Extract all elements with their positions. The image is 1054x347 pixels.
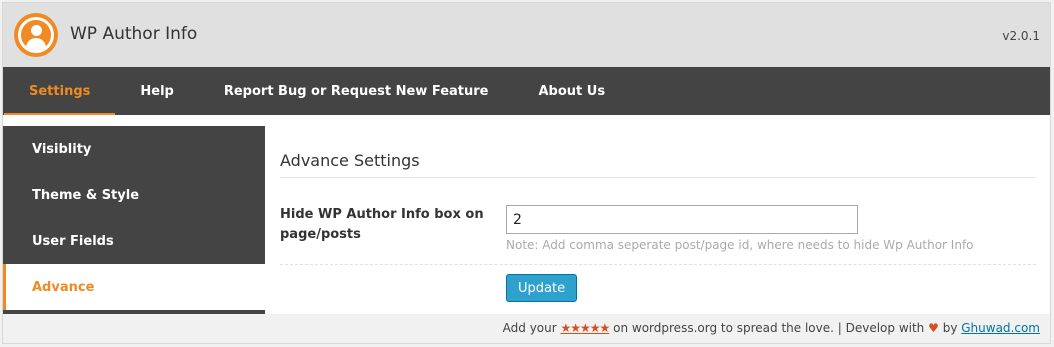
section-title: Advance Settings [280,126,1036,178]
tab-about-us[interactable]: About Us [513,67,630,115]
main-panel: Advance Settings Hide WP Author Info box… [280,126,1036,302]
tab-report-bug[interactable]: Report Bug or Request New Feature [199,67,514,115]
hide-box-label: Hide WP Author Info box on page/posts [280,207,484,242]
rating-stars-link[interactable]: ★★★★★ [561,321,611,335]
version-label: v2.0.1 [1002,29,1040,43]
app-title: WP Author Info [70,24,198,44]
sidebar-item-user-fields[interactable]: User Fields [3,218,265,264]
button-row: Update [280,265,1036,302]
content-area: Visiblity Theme & Style User Fields Adva… [3,126,1050,343]
heart-icon: ♥ [928,321,939,335]
field-row-hide-box: Hide WP Author Info box on page/posts No… [280,178,1036,265]
hide-ids-input[interactable] [506,205,858,234]
tab-settings[interactable]: Settings [4,67,116,115]
sidebar-item-visibility[interactable]: Visiblity [3,126,265,172]
footer: Add your ★★★★★ on wordpress.org to sprea… [3,314,1050,343]
header: WP Author Info v2.0.1 [3,3,1050,67]
field-note: Note: Add comma seperate post/page id, w… [506,238,974,252]
footer-middle: on wordpress.org to spread the love. | D… [613,321,925,335]
top-nav: Settings Help Report Bug or Request New … [3,67,1050,115]
footer-prefix: Add your [502,321,557,335]
sidebar-item-advance[interactable]: Advance [3,264,265,310]
update-button[interactable]: Update [506,274,578,302]
user-avatar-icon [14,13,58,57]
sidebar-item-theme-style[interactable]: Theme & Style [3,172,265,218]
tab-help[interactable]: Help [115,67,198,115]
footer-by: by [942,321,958,335]
sidebar: Visiblity Theme & Style User Fields Adva… [3,126,265,316]
plugin-settings-frame: WP Author Info v2.0.1 Settings Help Repo… [2,2,1051,344]
field-control: Note: Add comma seperate post/page id, w… [506,205,1036,252]
developer-link[interactable]: Ghuwad.com [961,321,1040,335]
